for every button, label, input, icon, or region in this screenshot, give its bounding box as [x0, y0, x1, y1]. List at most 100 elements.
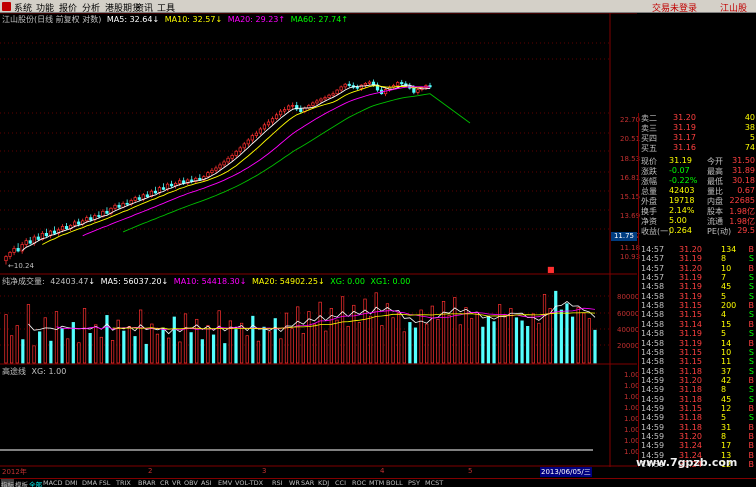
- kline-chart-area[interactable]: ■ 江山股份(日线 前复权 对数) MA5: 32.64↓ MA10: 32.5…: [0, 13, 640, 467]
- ma10-label: MA10: 32.57: [164, 15, 216, 24]
- volume-bar: [32, 345, 36, 364]
- volume-bar: [385, 303, 390, 364]
- volume-bar: [161, 327, 165, 364]
- tick-price: 31.15: [679, 403, 702, 413]
- volume-bar: [335, 319, 339, 364]
- indicator-tab[interactable]: MCST: [425, 479, 443, 487]
- stat-value: -0.22%: [669, 176, 698, 185]
- vol-caption-name: 纯净成交量:: [2, 277, 45, 286]
- indicator-tab[interactable]: WR: [289, 479, 300, 487]
- volume-bar: [357, 322, 362, 364]
- tick-price: 31.20: [679, 375, 702, 385]
- volume-bar: [397, 312, 401, 364]
- indicator-tab[interactable]: MTM: [369, 479, 384, 487]
- volume-bar: [139, 309, 143, 364]
- indicator-tab[interactable]: ASI: [201, 479, 212, 487]
- indicator-tab[interactable]: MACD: [43, 479, 62, 487]
- indicator-tab[interactable]: PSY: [408, 479, 420, 487]
- order-book-volume: 38: [744, 123, 755, 132]
- ma20-line: [82, 86, 431, 237]
- indicator-tab[interactable]: VR: [172, 479, 181, 487]
- indicator-tab[interactable]: 指标: [1, 479, 14, 487]
- tick-row: 14:59 31.20 8 B: [639, 432, 756, 442]
- trade-login-status[interactable]: 交易未登录: [652, 1, 697, 14]
- indicator-tab[interactable]: BRAR: [138, 479, 156, 487]
- x-axis-1: 2: [148, 467, 153, 475]
- candle-body: [133, 197, 137, 201]
- volume-bar: [127, 325, 132, 364]
- volume-bar: [183, 313, 188, 364]
- volume-bar: [167, 337, 171, 364]
- volume-bar: [402, 331, 406, 364]
- tick-time: 14:58: [641, 357, 665, 367]
- tick-time: 14:57: [641, 245, 665, 254]
- tick-side: B: [748, 301, 755, 311]
- indicator-tab[interactable]: ROC: [352, 479, 366, 487]
- tick-row: 14:57 31.19 8 S: [639, 254, 756, 264]
- volume-bar: [301, 333, 305, 364]
- volume-bar: [21, 339, 25, 364]
- candle-body: [44, 233, 48, 237]
- candle-body: [8, 252, 12, 257]
- indicator-tab[interactable]: BOLL: [386, 479, 403, 487]
- tick-row: 14:59 31.24 17 B: [639, 441, 756, 451]
- indicator-tab[interactable]: EMV: [218, 479, 232, 487]
- volume-bar: [312, 323, 317, 364]
- indicator-tab[interactable]: FSL: [99, 479, 110, 487]
- tick-row: 14:59 31.20 42 B: [639, 376, 756, 386]
- volume-bar: [576, 307, 580, 364]
- indicator-tab[interactable]: KDJ: [318, 479, 329, 487]
- tick-time: 14:57: [641, 254, 665, 264]
- indicator-tab[interactable]: OBV: [184, 479, 198, 487]
- tick-side: S: [748, 357, 754, 367]
- volume-bar: [441, 301, 446, 364]
- vol-xg1: XG1: 0.00: [370, 277, 411, 286]
- stat-label: 收益(一): [641, 227, 672, 236]
- tick-time: 14:59: [641, 394, 665, 404]
- indicator-tab[interactable]: CR: [160, 479, 169, 487]
- candle-body: [12, 248, 16, 253]
- volume-bar: [77, 342, 81, 364]
- tick-time: 14:59: [641, 375, 665, 385]
- volume-bar: [559, 309, 563, 364]
- candle-body: [214, 167, 218, 171]
- tick-time: 14:58: [641, 301, 665, 311]
- volume-bar: [290, 328, 294, 364]
- tick-volume: 42: [721, 375, 732, 385]
- tick-time: 14:58: [641, 338, 665, 348]
- candle-body: [230, 155, 234, 159]
- candle-body: [242, 143, 246, 149]
- tick-side: S: [748, 310, 754, 320]
- volume-bar: [498, 304, 502, 364]
- indicator-tab[interactable]: SAR: [301, 479, 314, 487]
- candle-body: [327, 94, 331, 98]
- candle-body: [24, 240, 28, 245]
- indicator-tab[interactable]: CCI: [335, 479, 346, 487]
- indicator-tab[interactable]: VOL-TDX: [235, 479, 263, 487]
- tick-volume: 200: [721, 301, 737, 311]
- indicator-tab[interactable]: 模板: [15, 479, 28, 487]
- tick-volume: 4: [721, 310, 727, 320]
- candle-body: [396, 82, 400, 86]
- indicator-tab[interactable]: TRIX: [116, 479, 131, 487]
- tick-side: B: [748, 338, 755, 348]
- tick-volume: 37: [721, 366, 732, 376]
- indicator-tab[interactable]: DMI: [65, 479, 78, 487]
- indicator-tab[interactable]: 全部: [29, 479, 42, 487]
- tick-time: 14:58: [641, 319, 665, 329]
- tick-side: B: [748, 375, 755, 385]
- tick-side: S: [748, 254, 754, 264]
- tick-row: 14:59 31.18 5 S: [639, 413, 756, 423]
- indicator-tab[interactable]: RSI: [272, 479, 283, 487]
- indicator-tab[interactable]: DMA: [82, 479, 97, 487]
- tick-volume: 10: [721, 263, 732, 273]
- tick-time: 14:59: [641, 422, 665, 432]
- tick-side: B: [748, 263, 755, 273]
- y-vol-3: 20000: [617, 342, 640, 350]
- candle-body: [367, 81, 372, 84]
- candle-body: [412, 87, 416, 93]
- quote-stat-row: 收益(一) 0.264 PE(动) 29.5: [639, 226, 756, 236]
- volume-bar: [26, 304, 31, 364]
- volume-bar: [526, 325, 530, 364]
- main-caption: 江山股份(日线 前复权 对数) MA5: 32.64↓ MA10: 32.57↓…: [2, 15, 349, 24]
